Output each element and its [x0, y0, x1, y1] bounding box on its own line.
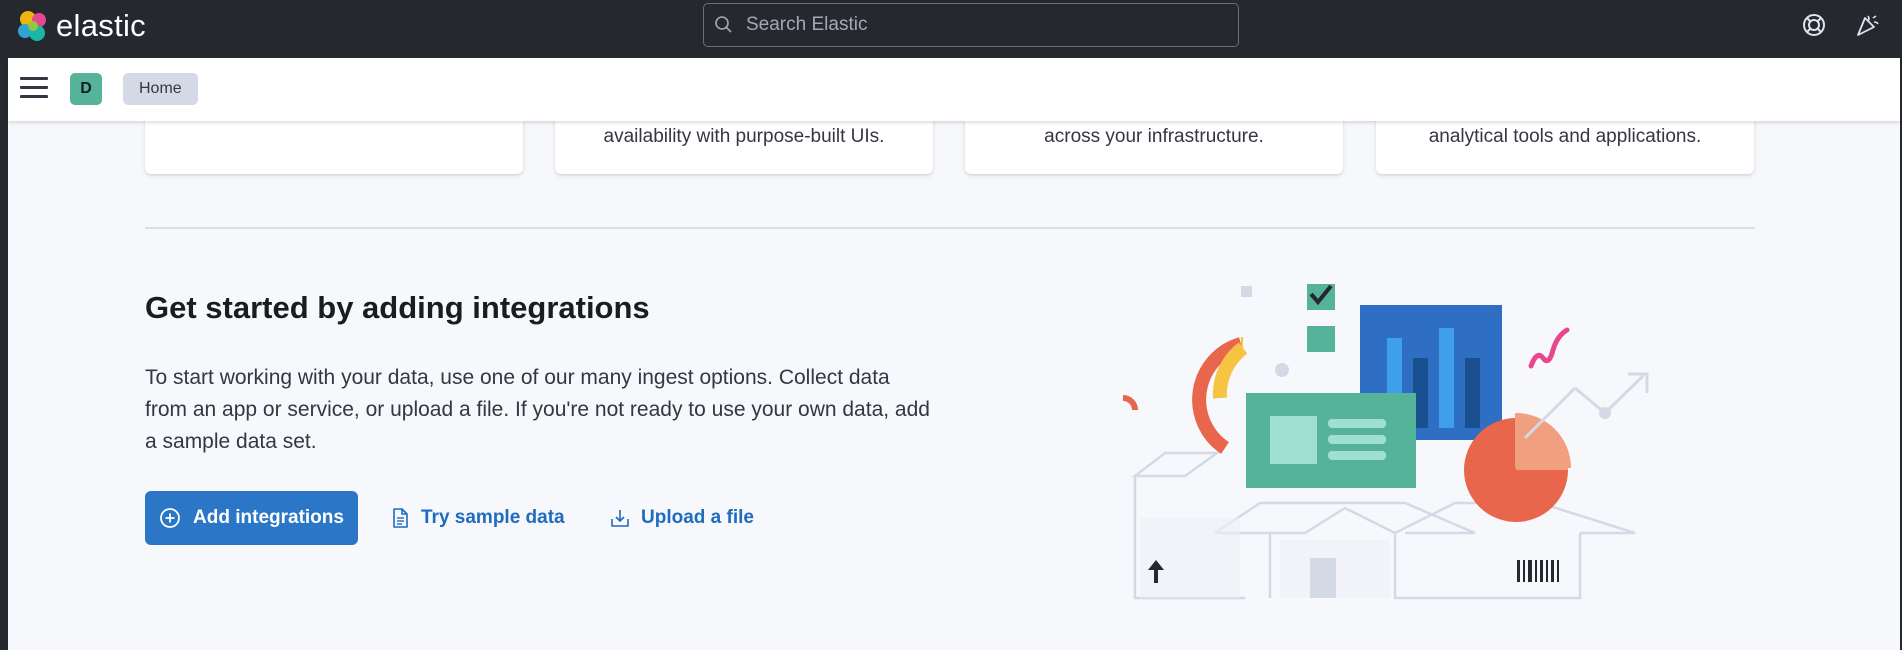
- elastic-logo[interactable]: elastic: [16, 8, 146, 44]
- integrations-description: To start working with your data, use one…: [145, 366, 930, 453]
- newsfeed-cheer-icon[interactable]: [1854, 12, 1880, 38]
- space-avatar[interactable]: D: [70, 73, 102, 105]
- add-integrations-button[interactable]: Add integrations: [145, 491, 358, 545]
- hamburger-menu-icon[interactable]: [20, 77, 48, 101]
- breadcrumb-bar: D Home: [8, 58, 1900, 121]
- elastic-logo-icon: [18, 11, 46, 41]
- breadcrumb-home[interactable]: Home: [123, 73, 198, 105]
- plus-circle-icon: [160, 508, 180, 528]
- search-bar[interactable]: [703, 3, 1239, 47]
- top-header: elastic: [0, 0, 1902, 58]
- integrations-illustration: [1122, 284, 1649, 600]
- card-text: analytical tools and applications.: [1428, 126, 1702, 147]
- card-text: availability with purpose-built UIs.: [603, 126, 885, 147]
- barcode-icon: [1517, 560, 1559, 582]
- search-input[interactable]: [746, 14, 1206, 36]
- integrations-title: Get started by adding integrations: [145, 290, 650, 325]
- help-lifebuoy-icon[interactable]: [1801, 12, 1827, 38]
- upload-file-link[interactable]: Upload a file: [609, 500, 754, 536]
- try-sample-data-label: Try sample data: [421, 507, 565, 528]
- download-tray-icon: [611, 510, 629, 527]
- card-text: across your infrastructure.: [1044, 126, 1264, 147]
- try-sample-data-link[interactable]: Try sample data: [389, 500, 565, 536]
- search-icon: [715, 16, 732, 33]
- brand-name: elastic: [56, 8, 146, 43]
- document-icon: [393, 508, 408, 528]
- add-integrations-label: Add integrations: [193, 507, 344, 528]
- section-divider: [145, 227, 1755, 229]
- upload-file-label: Upload a file: [641, 507, 754, 528]
